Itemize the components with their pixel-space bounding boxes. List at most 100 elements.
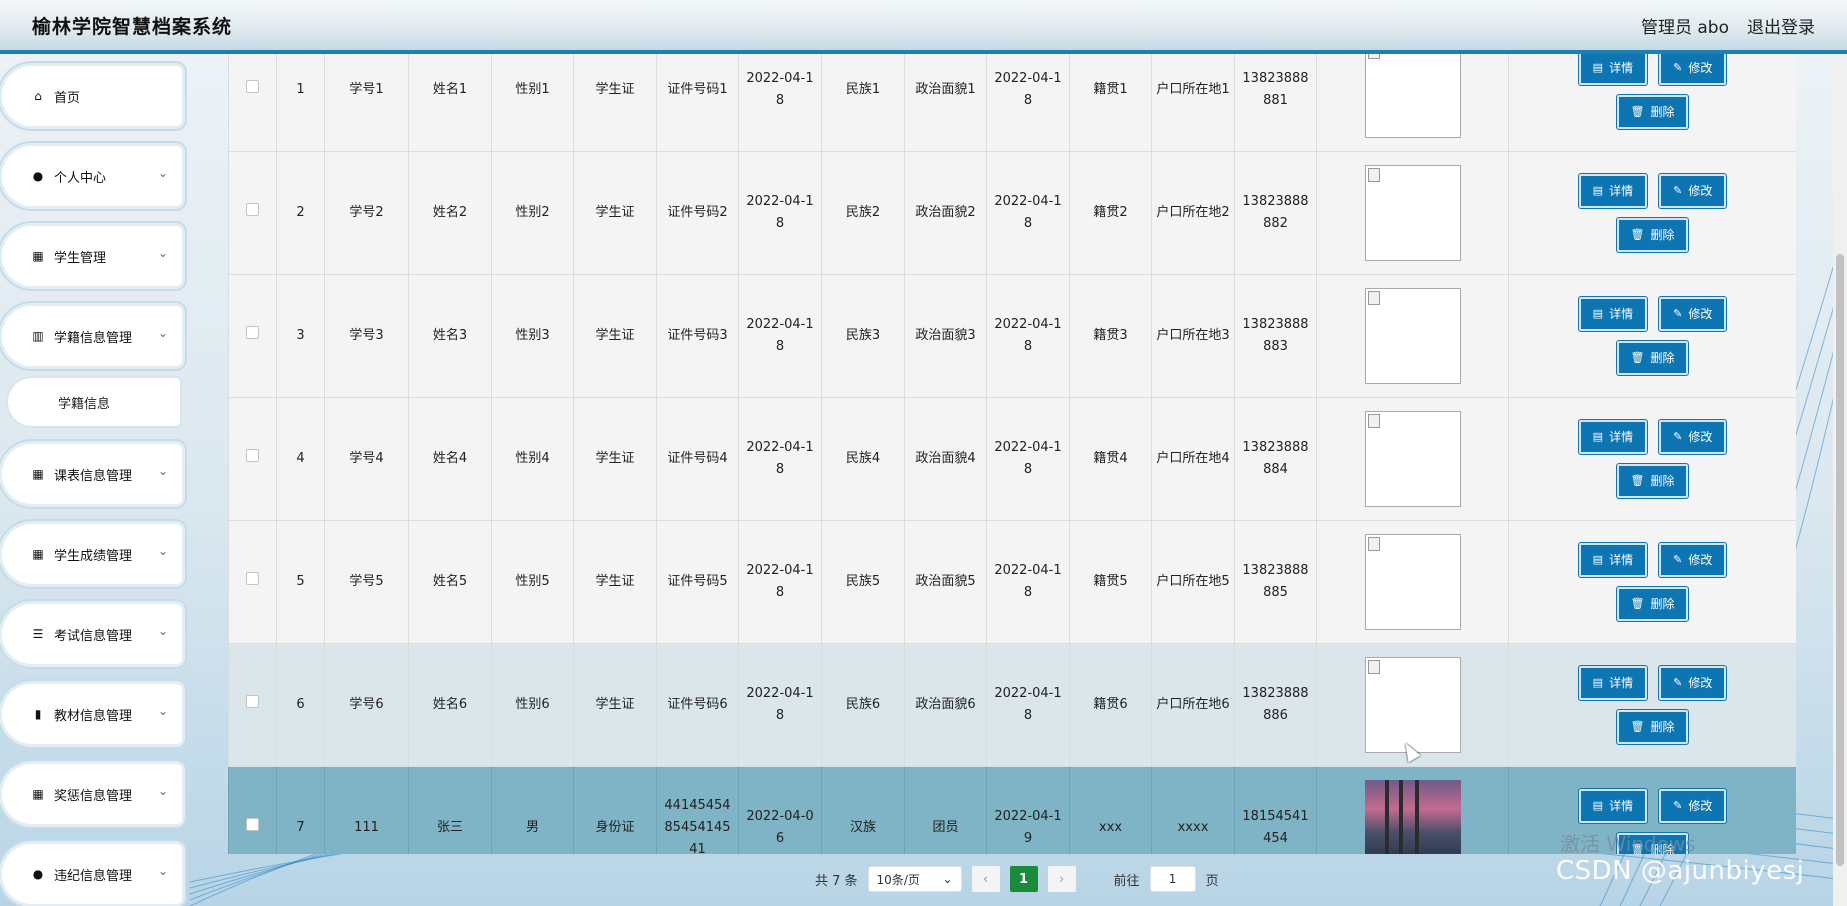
sidebar-item-label: 个人中心: [54, 170, 107, 186]
details-button[interactable]: ▤ 详情: [1577, 419, 1649, 455]
document-icon: ▤: [1592, 184, 1604, 197]
document-icon: ▤: [1592, 553, 1604, 566]
edit-button-label: 修改: [1688, 430, 1713, 444]
sidebar-item-discipline-management[interactable]: ● 违纪信息管理 ⌄: [2, 844, 182, 904]
details-button-label: 详情: [1609, 799, 1634, 813]
edit-button[interactable]: ✎ 修改: [1658, 419, 1728, 455]
table-cell-tel: 18154541454: [1234, 766, 1317, 854]
sidebar-item-student-management[interactable]: ▦ 学生管理 ⌄: [2, 226, 182, 286]
table-cell-idx: 3: [276, 274, 325, 398]
delete-button[interactable]: 🗑 删除: [1615, 709, 1690, 745]
table-row: 2 学号2 姓名2 性别2 学生证 证件号码2 2022-04-18 民族2 政治面貌2 2022…: [228, 151, 1796, 275]
table-cell-zzmm: 政治面貌5: [904, 520, 987, 644]
app-title: 榆林学院智慧档案系统: [32, 15, 233, 38]
row-checkbox[interactable]: [246, 818, 259, 831]
table-cell-mz: 民族5: [821, 520, 905, 644]
table-cell-xm: 张三: [408, 766, 492, 854]
photo-cell: [1316, 274, 1509, 398]
row-checkbox[interactable]: [246, 449, 259, 462]
table-cell-jg: 籍贯2: [1069, 151, 1152, 275]
details-button[interactable]: ▤ 详情: [1577, 296, 1649, 332]
table-cell-xm: 姓名4: [408, 397, 492, 521]
sidebar-item-rewards-management[interactable]: ▦ 奖惩信息管理 ⌄: [2, 764, 182, 824]
table-cell-xh: 学号3: [324, 274, 409, 398]
goto-page-input[interactable]: 1: [1149, 866, 1196, 892]
pencil-icon: ✎: [1673, 184, 1683, 197]
user-icon: ●: [32, 867, 44, 881]
sidebar-item-enrollment-management[interactable]: ▥ 学籍信息管理 ⌄: [2, 306, 182, 366]
row-checkbox[interactable]: [246, 326, 259, 339]
table-cell-d1: 2022-04-18: [738, 397, 822, 521]
edit-button[interactable]: ✎ 修改: [1658, 296, 1728, 332]
chevron-down-icon: ⌄: [157, 544, 168, 558]
logout-button[interactable]: 退出登录: [1747, 13, 1815, 38]
table-cell-zj: 学生证: [573, 520, 657, 644]
table-cell-zj: 学生证: [573, 54, 657, 152]
prev-page-button[interactable]: ‹: [971, 866, 1000, 892]
table-cell-hk: 户口所在地2: [1151, 151, 1235, 275]
table-cell-zjhm: 证件号码6: [656, 643, 739, 767]
table-cell-tel: 13823888885: [1234, 520, 1317, 644]
chevron-down-icon: ⌄: [157, 784, 168, 798]
table-cell-tel: 13823888883: [1234, 274, 1317, 398]
row-checkbox[interactable]: [246, 695, 259, 708]
details-button[interactable]: ▤ 详情: [1577, 542, 1649, 578]
details-button[interactable]: ▤ 详情: [1577, 54, 1649, 86]
table-cell-xb: 性别6: [491, 643, 574, 767]
details-button[interactable]: ▤ 详情: [1577, 788, 1649, 824]
scrollbar-thumb[interactable]: [1836, 254, 1844, 866]
table-cell-zj: 学生证: [573, 274, 657, 398]
edit-button[interactable]: ✎ 修改: [1658, 173, 1728, 209]
broken-image-icon: [1367, 54, 1380, 59]
row-checkbox-cell: [228, 151, 277, 275]
table-cell-xm: 姓名1: [408, 54, 492, 152]
edit-button[interactable]: ✎ 修改: [1658, 542, 1728, 578]
sidebar-item-textbook-management[interactable]: ▮ 教材信息管理 ⌄: [2, 684, 182, 744]
next-page-button[interactable]: ›: [1047, 866, 1076, 892]
row-checkbox-cell: [228, 54, 277, 152]
grid-icon: ▦: [32, 249, 44, 263]
photo-cell: [1316, 397, 1509, 521]
edit-button[interactable]: ✎ 修改: [1658, 54, 1728, 86]
delete-button[interactable]: 🗑 删除: [1615, 586, 1690, 622]
table-cell-idx: 1: [276, 54, 325, 152]
row-checkbox[interactable]: [246, 203, 259, 216]
row-checkbox[interactable]: [246, 80, 259, 93]
delete-button[interactable]: 🗑 删除: [1615, 94, 1690, 130]
delete-button-label: 删除: [1650, 597, 1675, 611]
grid-icon: ▦: [32, 467, 44, 481]
trash-icon: 🗑: [1630, 105, 1645, 118]
sidebar-subitem-enrollment-info[interactable]: 学籍信息: [8, 378, 180, 426]
details-button-label: 详情: [1609, 430, 1634, 444]
sidebar-item-label: 首页: [54, 90, 81, 106]
sidebar-item-home[interactable]: ⌂ 首页: [2, 66, 182, 126]
edit-button[interactable]: ✎ 修改: [1658, 788, 1728, 824]
page-number-current[interactable]: 1: [1009, 866, 1038, 892]
vertical-scrollbar[interactable]: [1833, 54, 1847, 906]
details-button[interactable]: ▤ 详情: [1577, 665, 1649, 701]
sidebar-item-grades-management[interactable]: ▦ 学生成绩管理 ⌄: [2, 524, 182, 584]
table-cell-tel: 13823888884: [1234, 397, 1317, 521]
records-table: 1 学号1 姓名1 性别1 学生证 证件号码1 2022-04-18 民族1 政治面貌1 2022…: [228, 54, 1796, 854]
delete-button[interactable]: 🗑 删除: [1615, 340, 1690, 376]
edit-button[interactable]: ✎ 修改: [1658, 665, 1728, 701]
delete-button[interactable]: 🗑 删除: [1615, 217, 1690, 253]
sidebar-item-label: 学生管理: [54, 250, 107, 266]
delete-button[interactable]: 🗑 删除: [1615, 463, 1690, 499]
details-button-label: 详情: [1609, 307, 1634, 321]
sidebar-item-personal-center[interactable]: ● 个人中心 ⌄: [2, 146, 182, 206]
table-cell-jg: xxx: [1069, 766, 1152, 854]
page-size-select[interactable]: 10条/页 ⌄: [867, 866, 962, 892]
trash-icon: 🗑: [1630, 351, 1645, 364]
photo-cell: [1316, 151, 1509, 275]
chevron-down-icon: ⌄: [157, 864, 168, 878]
table-cell-xb: 男: [491, 766, 574, 854]
sidebar-item-label: 学籍信息管理: [54, 330, 133, 346]
grid-icon: ▦: [32, 547, 44, 561]
row-checkbox[interactable]: [246, 572, 259, 585]
table-cell-hk: 户口所在地6: [1151, 643, 1235, 767]
details-button[interactable]: ▤ 详情: [1577, 173, 1649, 209]
top-header: 榆林学院智慧档案系统 管理员 abo 退出登录: [0, 0, 1847, 54]
sidebar-item-exam-management[interactable]: ☰ 考试信息管理 ⌄: [2, 604, 182, 664]
sidebar-item-schedule-management[interactable]: ▦ 课表信息管理 ⌄: [2, 444, 182, 504]
